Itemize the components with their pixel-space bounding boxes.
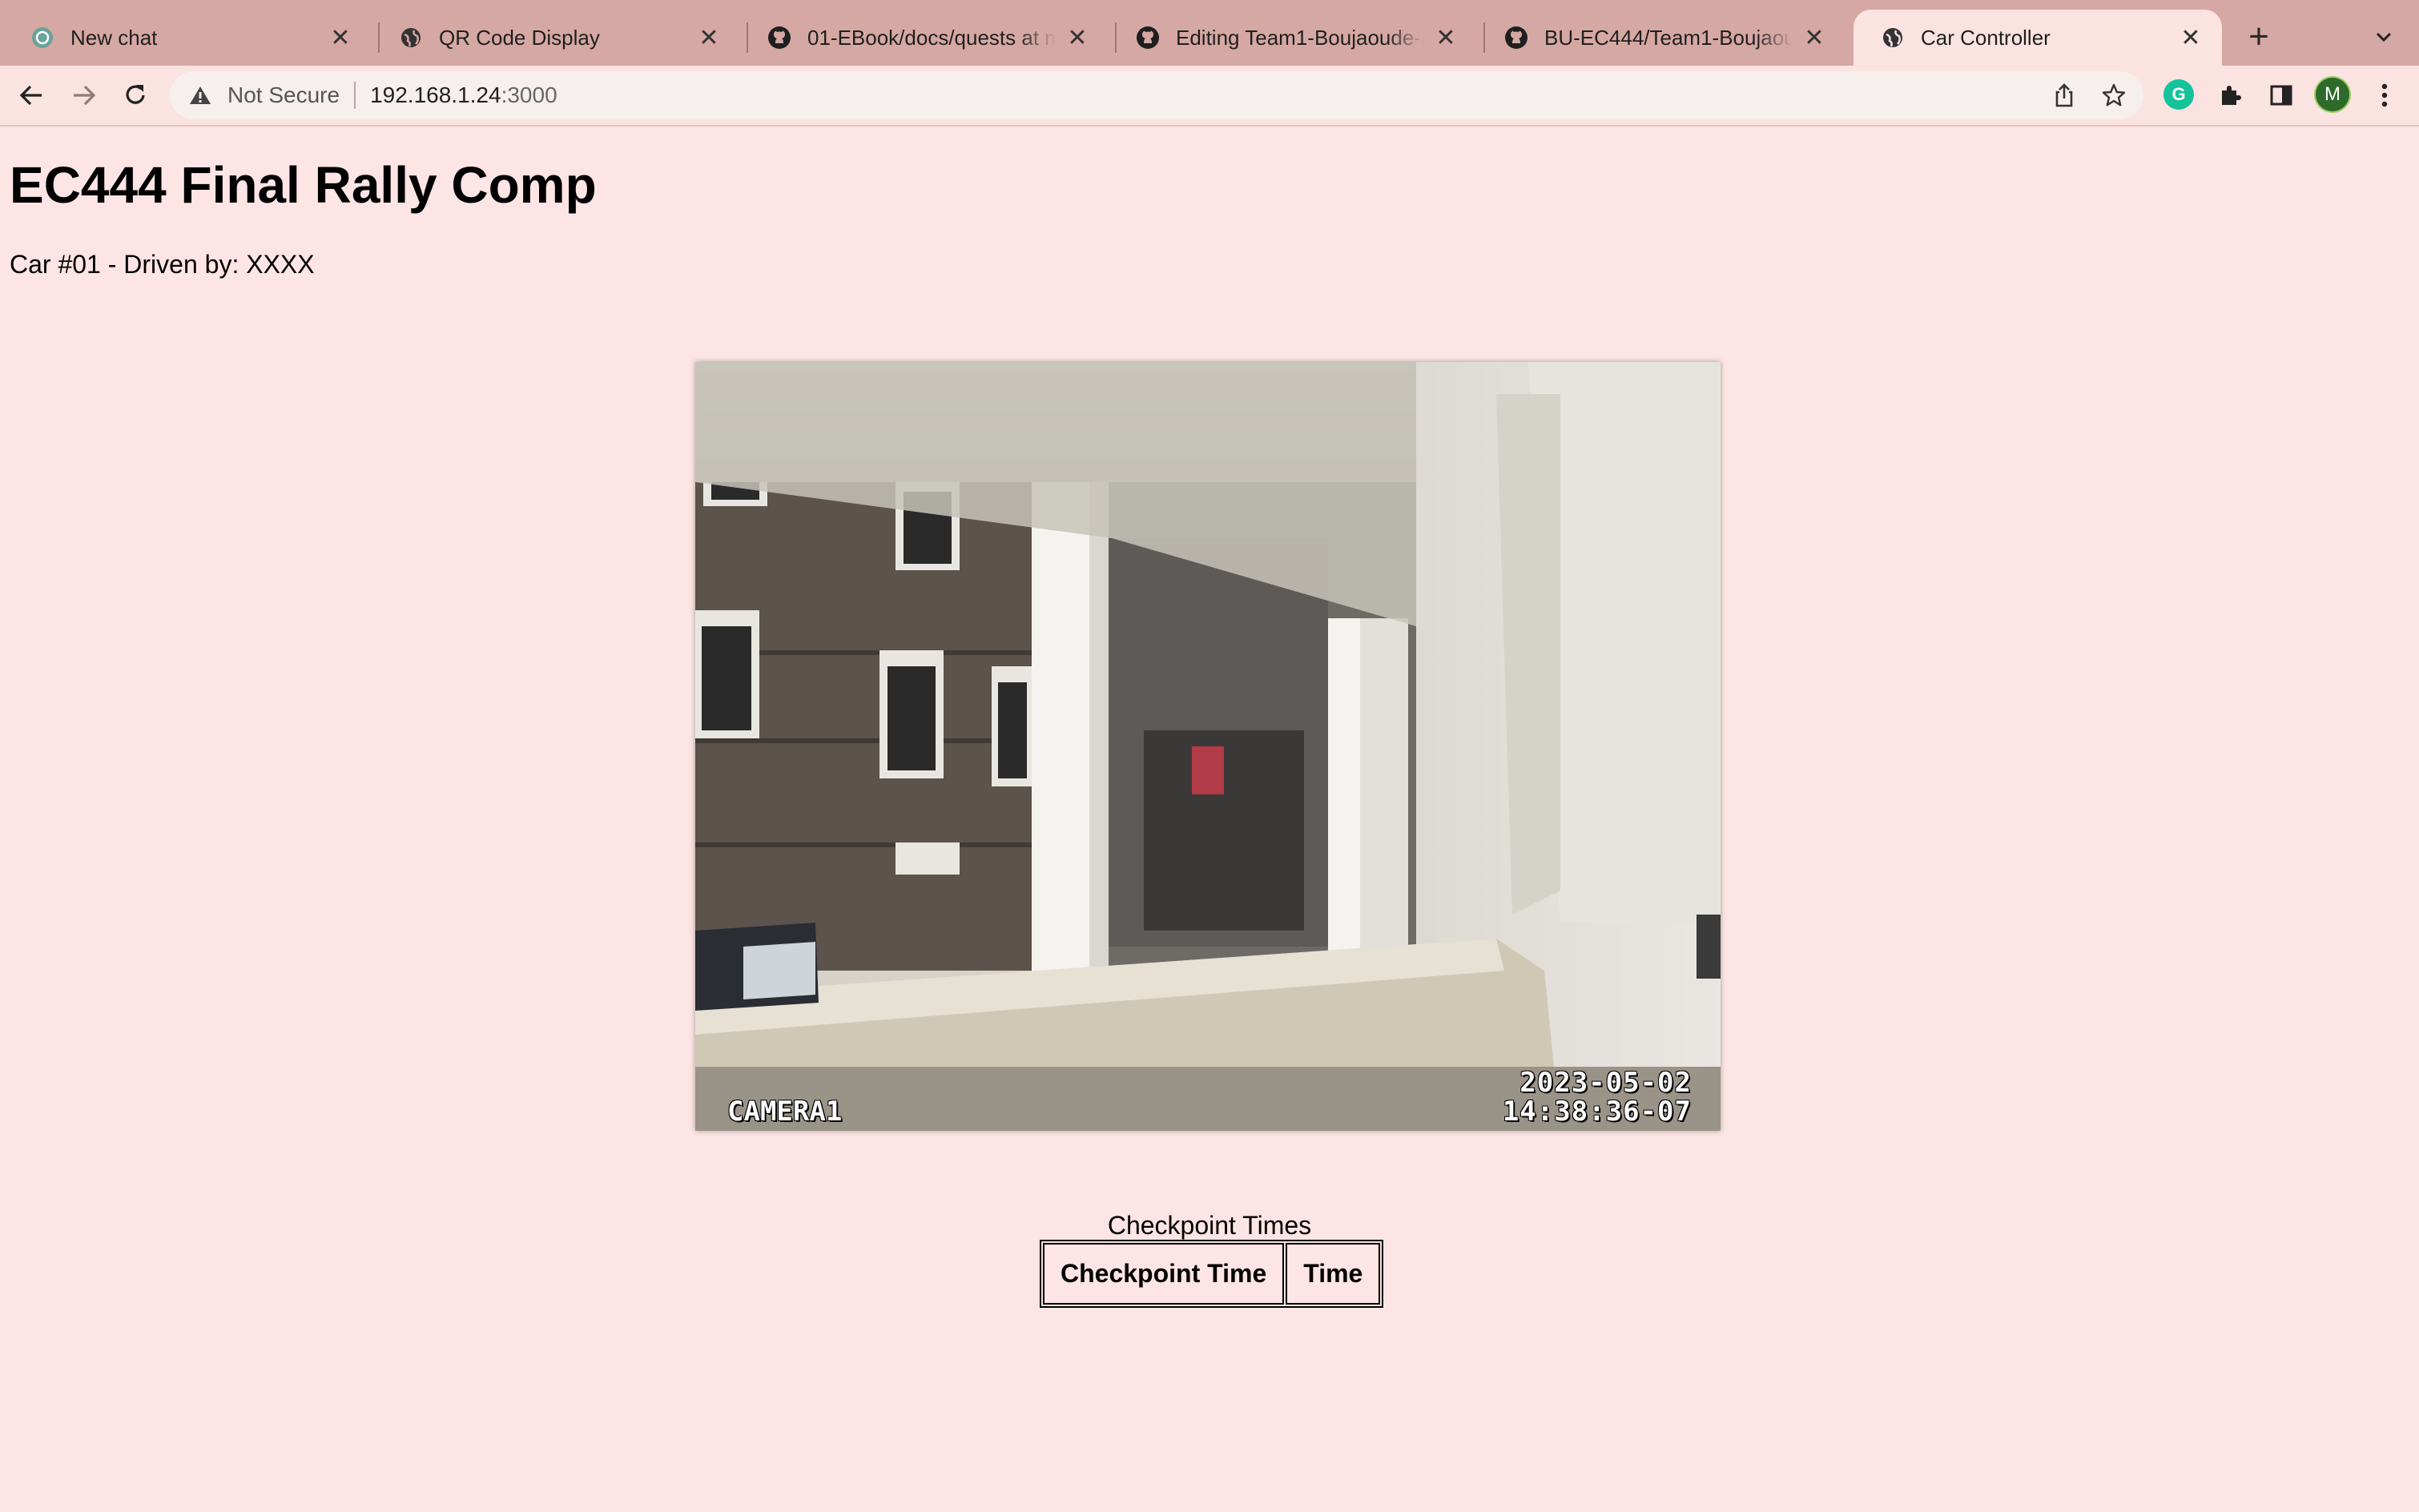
arrow-left-icon xyxy=(19,85,42,106)
close-tab-icon[interactable]: ✕ xyxy=(1434,25,1458,51)
globe-icon xyxy=(1881,26,1905,50)
reload-icon xyxy=(126,85,145,104)
github-icon xyxy=(1136,26,1160,50)
puzzle-icon xyxy=(2222,86,2241,105)
extensions-button[interactable] xyxy=(2211,75,2251,115)
side-panel-icon xyxy=(2270,85,2292,106)
tab-title: 01-EBook/docs/quests at ma xyxy=(807,25,1056,50)
back-button[interactable] xyxy=(11,75,51,115)
tab-car-controller[interactable]: Car Controller ✕ xyxy=(1853,10,2222,66)
reload-button[interactable] xyxy=(115,75,155,115)
tab-search-button[interactable] xyxy=(2365,18,2403,56)
new-tab-button[interactable]: + xyxy=(2238,16,2280,58)
camera-time: 14:38:36-07 xyxy=(1502,1096,1692,1128)
chatgpt-icon xyxy=(30,26,54,50)
camera-label: CAMERA1 xyxy=(727,1096,843,1128)
close-tab-icon[interactable]: ✕ xyxy=(328,25,352,51)
address-bar[interactable]: Not Secure 192.168.1.24:3000 xyxy=(170,71,2143,119)
browser-toolbar: Not Secure 192.168.1.24:3000 G M xyxy=(0,66,2419,127)
profile-avatar[interactable]: M xyxy=(2316,78,2349,111)
url-host[interactable]: 192.168.1.24 xyxy=(370,82,501,108)
tab-qr-code-display[interactable]: QR Code Display ✕ xyxy=(372,10,740,66)
close-tab-icon[interactable]: ✕ xyxy=(1802,25,1826,51)
tab-github-editing[interactable]: Editing Team1-Boujaoude-De ✕ xyxy=(1109,10,1477,66)
kebab-menu-icon xyxy=(2381,83,2388,107)
security-label[interactable]: Not Secure xyxy=(227,82,340,108)
column-header-checkpoint-time: Checkpoint Time xyxy=(1043,1243,1285,1305)
camera-feed: CAMERA1 2023-05-02 14:38:36-07 xyxy=(695,362,1721,1131)
share-icon xyxy=(2055,83,2073,107)
divider xyxy=(354,82,356,109)
menu-button[interactable] xyxy=(2365,75,2405,115)
close-tab-icon[interactable]: ✕ xyxy=(1065,25,1089,51)
tab-title: BU-EC444/Team1-Boujaoude xyxy=(1544,25,1793,50)
page-content: EC444 Final Rally Comp Car #01 - Driven … xyxy=(0,127,2419,1512)
star-icon xyxy=(2102,83,2126,107)
tab-github-ebook[interactable]: 01-EBook/docs/quests at ma ✕ xyxy=(740,10,1109,66)
github-icon xyxy=(1504,26,1528,50)
grammarly-icon[interactable]: G xyxy=(2163,79,2194,110)
side-panel-button[interactable] xyxy=(2261,75,2301,115)
close-tab-icon[interactable]: ✕ xyxy=(697,25,721,51)
globe-icon xyxy=(399,26,423,50)
car-driver-info: Car #01 - Driven by: XXXX xyxy=(10,250,315,279)
camera-feed-image xyxy=(695,362,1721,1131)
tab-title: New chat xyxy=(70,25,158,50)
bookmark-button[interactable] xyxy=(2094,75,2134,115)
github-icon xyxy=(767,26,791,50)
page-title: EC444 Final Rally Comp xyxy=(10,156,597,214)
share-button[interactable] xyxy=(2044,75,2084,115)
close-tab-icon[interactable]: ✕ xyxy=(2179,25,2203,51)
warning-icon[interactable] xyxy=(187,82,213,108)
arrow-right-icon xyxy=(74,85,96,106)
chevron-down-icon xyxy=(2376,32,2392,42)
tab-title: Car Controller xyxy=(1921,25,2051,50)
camera-timestamp: 2023-05-02 14:38:36-07 xyxy=(1503,1068,1692,1126)
tab-title: Editing Team1-Boujaoude-De xyxy=(1176,25,1424,50)
tab-title: QR Code Display xyxy=(439,25,600,50)
column-header-time: Time xyxy=(1286,1243,1381,1305)
tab-strip: New chat ✕ QR Code Display ✕ 01-EBook/do… xyxy=(0,0,2419,66)
table-header-row: Checkpoint Time Time xyxy=(1043,1243,1381,1305)
forward-button[interactable] xyxy=(64,75,104,115)
tab-new-chat[interactable]: New chat ✕ xyxy=(3,10,372,66)
camera-date: 2023-05-02 xyxy=(1519,1067,1692,1099)
checkpoint-table-caption: Checkpoint Times xyxy=(1107,1211,1312,1240)
url-port[interactable]: :3000 xyxy=(501,82,557,108)
checkpoint-table: Checkpoint Time Time xyxy=(1040,1240,1384,1308)
tab-github-repo[interactable]: BU-EC444/Team1-Boujaoude ✕ xyxy=(1477,10,1845,66)
